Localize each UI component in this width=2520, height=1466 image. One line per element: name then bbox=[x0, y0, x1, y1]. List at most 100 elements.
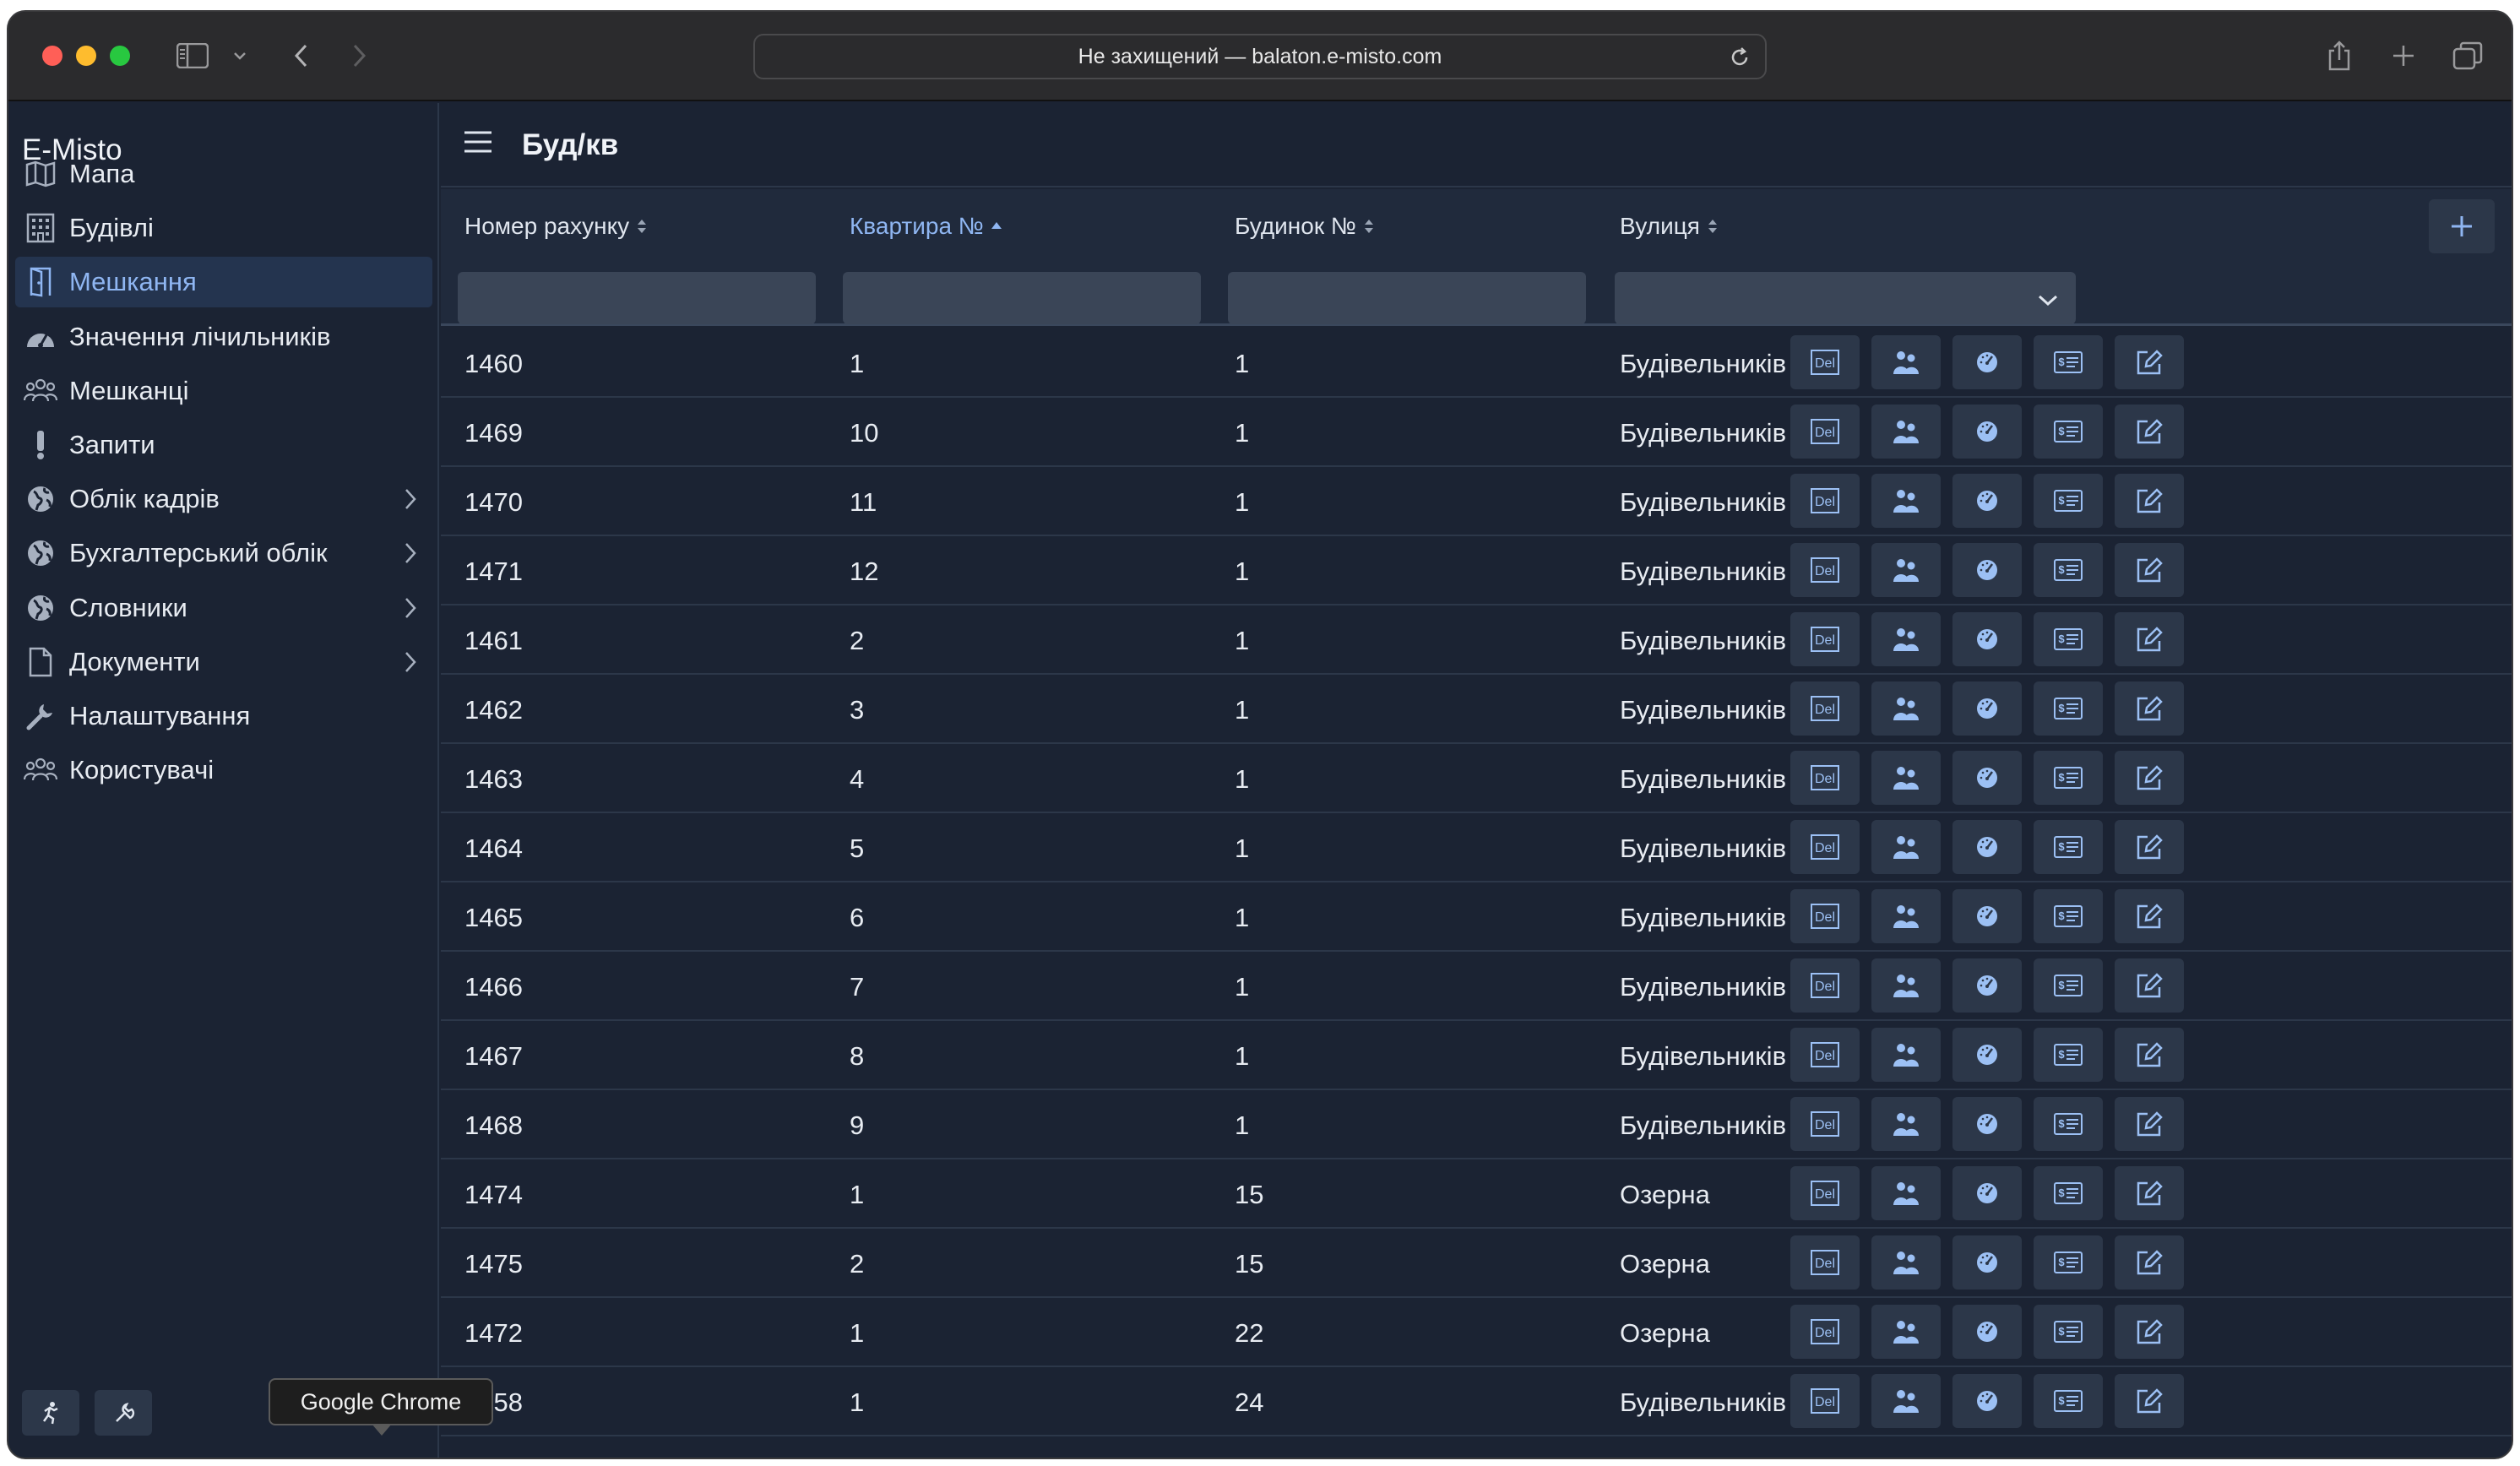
edit-button[interactable] bbox=[2115, 958, 2184, 1013]
del-button[interactable]: Del bbox=[1790, 751, 1860, 805]
del-button[interactable]: Del bbox=[1790, 1097, 1860, 1151]
del-button[interactable]: Del bbox=[1790, 474, 1860, 528]
table-row[interactable]: 1472 1 22 Озерна Del $ bbox=[441, 1298, 2512, 1367]
house-filter-input[interactable] bbox=[1228, 272, 1586, 324]
del-button[interactable]: Del bbox=[1790, 889, 1860, 943]
card-button[interactable]: $ bbox=[2034, 1305, 2103, 1359]
card-button[interactable]: $ bbox=[2034, 958, 2103, 1013]
del-button[interactable]: Del bbox=[1790, 1235, 1860, 1290]
meter-button[interactable] bbox=[1952, 474, 2022, 528]
back-icon[interactable] bbox=[284, 37, 318, 74]
card-button[interactable]: $ bbox=[2034, 1166, 2103, 1220]
sidebar-item-3[interactable]: Значення лічильників bbox=[15, 312, 432, 362]
sidebar-item-8[interactable]: Словники bbox=[15, 583, 432, 633]
minimize-window-button[interactable] bbox=[76, 46, 96, 66]
card-button[interactable]: $ bbox=[2034, 1235, 2103, 1290]
table-row[interactable]: 1470 11 1 Будівельників друга Del $ bbox=[441, 467, 2512, 536]
del-button[interactable]: Del bbox=[1790, 820, 1860, 874]
table-row[interactable]: 1461 2 1 Будівельників друга Del $ bbox=[441, 605, 2512, 675]
meter-button[interactable] bbox=[1952, 1305, 2022, 1359]
residents-button[interactable] bbox=[1871, 474, 1941, 528]
tab-overview-icon[interactable] bbox=[2449, 37, 2486, 74]
menu-toggle-button[interactable] bbox=[463, 130, 493, 158]
residents-button[interactable] bbox=[1871, 1305, 1941, 1359]
sidebar-item-4[interactable]: Мешканці bbox=[15, 366, 432, 416]
del-button[interactable]: Del bbox=[1790, 958, 1860, 1013]
residents-button[interactable] bbox=[1871, 405, 1941, 459]
meter-button[interactable] bbox=[1952, 612, 2022, 666]
table-row[interactable]: 1458 1 24 Будівельників друга Del $ bbox=[441, 1367, 2512, 1436]
reload-icon[interactable] bbox=[1728, 46, 1752, 75]
residents-button[interactable] bbox=[1871, 1097, 1941, 1151]
meter-button[interactable] bbox=[1952, 335, 2022, 389]
residents-button[interactable] bbox=[1871, 1166, 1941, 1220]
edit-button[interactable] bbox=[2115, 1028, 2184, 1082]
card-button[interactable]: $ bbox=[2034, 1097, 2103, 1151]
table-row[interactable]: 1466 7 1 Будівельників друга Del $ bbox=[441, 952, 2512, 1021]
residents-button[interactable] bbox=[1871, 820, 1941, 874]
edit-button[interactable] bbox=[2115, 681, 2184, 736]
column-header-0[interactable]: Номер рахунку bbox=[464, 213, 648, 240]
del-button[interactable]: Del bbox=[1790, 1028, 1860, 1082]
residents-button[interactable] bbox=[1871, 612, 1941, 666]
card-button[interactable]: $ bbox=[2034, 889, 2103, 943]
forward-icon[interactable] bbox=[343, 37, 377, 74]
del-button[interactable]: Del bbox=[1790, 543, 1860, 597]
sidebar-item-6[interactable]: Облік кадрів bbox=[15, 474, 432, 524]
card-button[interactable]: $ bbox=[2034, 612, 2103, 666]
del-button[interactable]: Del bbox=[1790, 335, 1860, 389]
residents-button[interactable] bbox=[1871, 681, 1941, 736]
residents-button[interactable] bbox=[1871, 335, 1941, 389]
card-button[interactable]: $ bbox=[2034, 405, 2103, 459]
zoom-window-button[interactable] bbox=[110, 46, 130, 66]
edit-button[interactable] bbox=[2115, 751, 2184, 805]
sidebar-item-9[interactable]: Документи bbox=[15, 637, 432, 687]
sidebar-item-7[interactable]: Бухгалтерський облік bbox=[15, 528, 432, 578]
sidebar-item-0[interactable]: Мапа bbox=[15, 149, 432, 199]
table-row[interactable]: 1465 6 1 Будівельників друга Del $ bbox=[441, 882, 2512, 952]
meter-button[interactable] bbox=[1952, 1374, 2022, 1428]
card-button[interactable]: $ bbox=[2034, 1028, 2103, 1082]
edit-button[interactable] bbox=[2115, 1305, 2184, 1359]
column-header-1[interactable]: Квартира № bbox=[850, 213, 1002, 240]
card-button[interactable]: $ bbox=[2034, 1374, 2103, 1428]
card-button[interactable]: $ bbox=[2034, 820, 2103, 874]
share-icon[interactable] bbox=[2322, 37, 2356, 74]
table-row[interactable]: 1475 2 15 Озерна Del $ bbox=[441, 1229, 2512, 1298]
card-button[interactable]: $ bbox=[2034, 335, 2103, 389]
apartment-filter-input[interactable] bbox=[843, 272, 1201, 324]
sidebar-item-11[interactable]: Користувачі bbox=[15, 745, 432, 795]
del-button[interactable]: Del bbox=[1790, 1305, 1860, 1359]
edit-button[interactable] bbox=[2115, 612, 2184, 666]
meter-button[interactable] bbox=[1952, 958, 2022, 1013]
meter-button[interactable] bbox=[1952, 681, 2022, 736]
del-button[interactable]: Del bbox=[1790, 1166, 1860, 1220]
column-header-2[interactable]: Будинок № bbox=[1235, 213, 1375, 240]
sidebar-item-2[interactable]: Мешкання bbox=[15, 257, 432, 308]
residents-button[interactable] bbox=[1871, 1235, 1941, 1290]
add-record-button[interactable] bbox=[2429, 199, 2495, 253]
table-row[interactable]: 1460 1 1 Будівельників друга Del $ bbox=[441, 328, 2512, 398]
close-window-button[interactable] bbox=[42, 46, 62, 66]
table-row[interactable]: 1464 5 1 Будівельників друга Del $ bbox=[441, 813, 2512, 882]
column-header-3[interactable]: Вулиця bbox=[1620, 213, 1719, 240]
edit-button[interactable] bbox=[2115, 1097, 2184, 1151]
del-button[interactable]: Del bbox=[1790, 1374, 1860, 1428]
meter-button[interactable] bbox=[1952, 889, 2022, 943]
meter-button[interactable] bbox=[1952, 1235, 2022, 1290]
table-row[interactable]: 1468 9 1 Будівельників друга Del $ bbox=[441, 1090, 2512, 1159]
edit-button[interactable] bbox=[2115, 1166, 2184, 1220]
table-row[interactable]: 1471 12 1 Будівельників друга Del $ bbox=[441, 536, 2512, 605]
edit-button[interactable] bbox=[2115, 543, 2184, 597]
settings-tool-button[interactable] bbox=[95, 1390, 152, 1436]
sidebar-item-1[interactable]: Будівлі bbox=[15, 203, 432, 253]
meter-button[interactable] bbox=[1952, 1166, 2022, 1220]
sidebar-item-5[interactable]: Запити bbox=[15, 420, 432, 470]
residents-button[interactable] bbox=[1871, 889, 1941, 943]
meter-button[interactable] bbox=[1952, 543, 2022, 597]
chevron-down-icon[interactable] bbox=[230, 37, 250, 74]
new-tab-icon[interactable] bbox=[2387, 37, 2420, 74]
edit-button[interactable] bbox=[2115, 1235, 2184, 1290]
edit-button[interactable] bbox=[2115, 889, 2184, 943]
residents-button[interactable] bbox=[1871, 751, 1941, 805]
